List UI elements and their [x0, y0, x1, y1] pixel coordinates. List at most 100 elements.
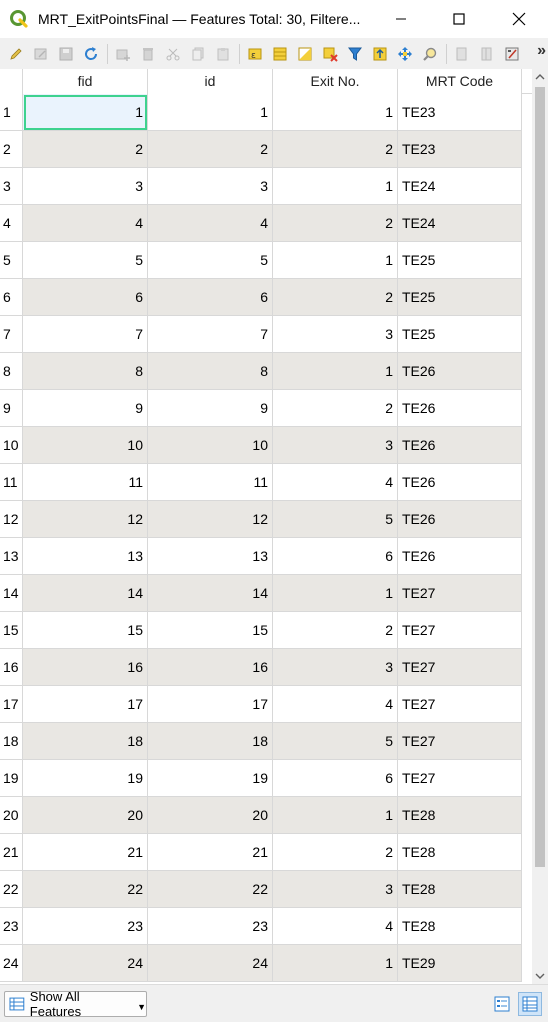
cell-exit-no[interactable]: 2 [273, 279, 398, 316]
row-header[interactable]: 20 [0, 797, 23, 834]
row-header[interactable]: 21 [0, 834, 23, 871]
cell-exit-no[interactable]: 4 [273, 686, 398, 723]
cell-fid[interactable]: 18 [23, 723, 148, 760]
cell-fid[interactable]: 15 [23, 612, 148, 649]
table-row[interactable]: 4 4 4 2 TE24 [0, 205, 522, 242]
row-header[interactable]: 19 [0, 760, 23, 797]
table-row[interactable]: 6 6 6 2 TE25 [0, 279, 522, 316]
cell-fid[interactable]: 19 [23, 760, 148, 797]
reload-button[interactable] [79, 41, 103, 67]
cell-fid[interactable]: 7 [23, 316, 148, 353]
table-row[interactable]: 13 13 13 6 TE26 [0, 538, 522, 575]
cell-id[interactable]: 11 [148, 464, 273, 501]
cell-id[interactable]: 2 [148, 131, 273, 168]
cell-mrt-code[interactable]: TE24 [398, 168, 522, 205]
cell-mrt-code[interactable]: TE26 [398, 427, 522, 464]
cell-mrt-code[interactable]: TE23 [398, 131, 522, 168]
cell-exit-no[interactable]: 3 [273, 649, 398, 686]
table-row[interactable]: 19 19 19 6 TE27 [0, 760, 522, 797]
cell-exit-no[interactable]: 1 [273, 242, 398, 279]
row-header[interactable]: 9 [0, 390, 23, 427]
row-header[interactable]: 10 [0, 427, 23, 464]
cell-mrt-code[interactable]: TE23 [398, 94, 522, 131]
cell-mrt-code[interactable]: TE27 [398, 649, 522, 686]
cell-exit-no[interactable]: 2 [273, 390, 398, 427]
table-view-button[interactable] [518, 992, 542, 1016]
cell-exit-no[interactable]: 3 [273, 871, 398, 908]
cell-id[interactable]: 20 [148, 797, 273, 834]
cell-fid[interactable]: 1 [23, 94, 148, 131]
table-row[interactable]: 18 18 18 5 TE27 [0, 723, 522, 760]
cell-exit-no[interactable]: 5 [273, 723, 398, 760]
cell-id[interactable]: 24 [148, 945, 273, 982]
select-by-expression-button[interactable]: ε [243, 41, 267, 67]
table-row[interactable]: 7 7 7 3 TE25 [0, 316, 522, 353]
cell-fid[interactable]: 13 [23, 538, 148, 575]
cell-fid[interactable]: 12 [23, 501, 148, 538]
cell-fid[interactable]: 9 [23, 390, 148, 427]
cell-id[interactable]: 1 [148, 94, 273, 131]
table-row[interactable]: 10 10 10 3 TE26 [0, 427, 522, 464]
add-feature-button[interactable] [111, 41, 135, 67]
delete-feature-button[interactable] [136, 41, 160, 67]
row-header[interactable]: 1 [0, 94, 23, 131]
cell-id[interactable]: 17 [148, 686, 273, 723]
cell-id[interactable]: 9 [148, 390, 273, 427]
cell-id[interactable]: 10 [148, 427, 273, 464]
table-row[interactable]: 22 22 22 3 TE28 [0, 871, 522, 908]
cell-exit-no[interactable]: 1 [273, 168, 398, 205]
column-header-fid[interactable]: fid [23, 69, 148, 94]
cell-fid[interactable]: 10 [23, 427, 148, 464]
row-header[interactable]: 15 [0, 612, 23, 649]
row-header[interactable]: 23 [0, 908, 23, 945]
toolbar-overflow-button[interactable]: » [537, 42, 546, 60]
select-all-corner[interactable] [0, 69, 23, 94]
cell-fid[interactable]: 23 [23, 908, 148, 945]
cell-mrt-code[interactable]: TE25 [398, 279, 522, 316]
cell-fid[interactable]: 24 [23, 945, 148, 982]
cell-fid[interactable]: 16 [23, 649, 148, 686]
row-header[interactable]: 11 [0, 464, 23, 501]
cell-exit-no[interactable]: 5 [273, 501, 398, 538]
table-row[interactable]: 5 5 5 1 TE25 [0, 242, 522, 279]
cell-exit-no[interactable]: 1 [273, 945, 398, 982]
cell-exit-no[interactable]: 6 [273, 538, 398, 575]
row-header[interactable]: 5 [0, 242, 23, 279]
vertical-scrollbar[interactable] [532, 69, 548, 984]
row-header[interactable]: 8 [0, 353, 23, 390]
cell-exit-no[interactable]: 2 [273, 834, 398, 871]
cell-fid[interactable]: 21 [23, 834, 148, 871]
row-header[interactable]: 2 [0, 131, 23, 168]
form-view-button[interactable] [490, 992, 514, 1016]
table-row[interactable]: 20 20 20 1 TE28 [0, 797, 522, 834]
cell-id[interactable]: 21 [148, 834, 273, 871]
cell-id[interactable]: 13 [148, 538, 273, 575]
cell-mrt-code[interactable]: TE29 [398, 945, 522, 982]
row-header[interactable]: 17 [0, 686, 23, 723]
column-header-id[interactable]: id [148, 69, 273, 94]
table-row[interactable]: 16 16 16 3 TE27 [0, 649, 522, 686]
cell-exit-no[interactable]: 2 [273, 612, 398, 649]
move-selection-top-button[interactable] [368, 41, 392, 67]
row-header[interactable]: 14 [0, 575, 23, 612]
cell-id[interactable]: 15 [148, 612, 273, 649]
table-row[interactable]: 2 2 2 2 TE23 [0, 131, 522, 168]
pan-map-button[interactable] [393, 41, 417, 67]
row-header[interactable]: 6 [0, 279, 23, 316]
table-row[interactable]: 15 15 15 2 TE27 [0, 612, 522, 649]
column-header-exit-no[interactable]: Exit No. [273, 69, 398, 94]
deselect-all-button[interactable] [318, 41, 342, 67]
cell-fid[interactable]: 4 [23, 205, 148, 242]
delete-field-button[interactable] [475, 41, 499, 67]
table-row[interactable]: 17 17 17 4 TE27 [0, 686, 522, 723]
attribute-table[interactable]: fid id Exit No. MRT Code 1 1 1 1 TE23 2 2 2 2 TE2… [0, 69, 532, 984]
row-header[interactable]: 13 [0, 538, 23, 575]
table-row[interactable]: 3 3 3 1 TE24 [0, 168, 522, 205]
cell-mrt-code[interactable]: TE25 [398, 316, 522, 353]
row-header[interactable]: 16 [0, 649, 23, 686]
cell-mrt-code[interactable]: TE26 [398, 464, 522, 501]
cell-fid[interactable]: 8 [23, 353, 148, 390]
scroll-down-arrow-icon[interactable] [535, 971, 545, 981]
row-header[interactable]: 7 [0, 316, 23, 353]
row-header[interactable]: 24 [0, 945, 23, 982]
